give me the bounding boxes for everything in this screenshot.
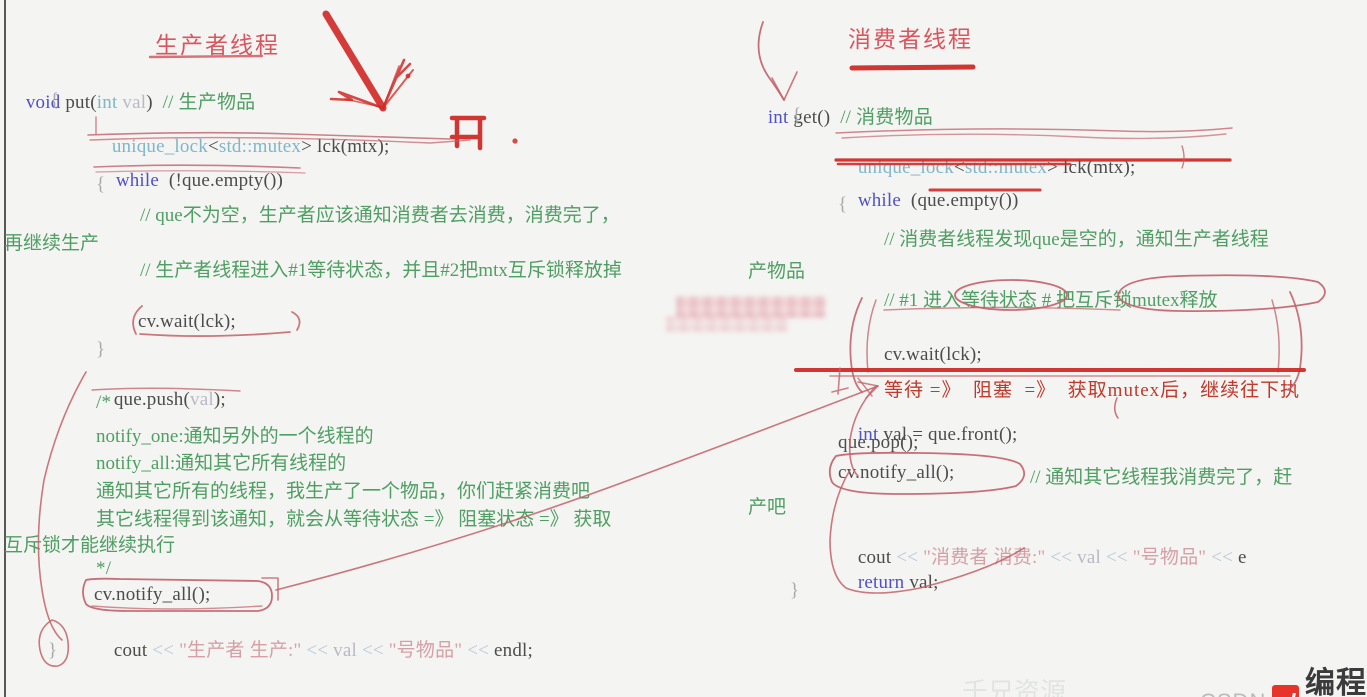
paren-close: ) bbox=[146, 92, 163, 113]
consumer-comment-1-wrap: 产物品 bbox=[748, 261, 806, 282]
stream-op-3: << bbox=[361, 640, 384, 661]
producer-block-comment-line-2: notify_all:通知其它所有线程的 bbox=[96, 453, 347, 474]
bold-arrow-feather-3 bbox=[344, 98, 382, 108]
return-keyword: return bbox=[857, 572, 905, 593]
wait-chain-annotation: 等待 =》 阻塞 =》 获取mutex后，继续往下执 bbox=[884, 380, 1301, 401]
push-arg-val: val bbox=[190, 389, 214, 410]
consumer-cv-wait: cv.wait(lck); bbox=[884, 344, 982, 365]
producer-cout-string-2: "号物品" bbox=[383, 640, 468, 661]
cout-head: cout bbox=[113, 640, 153, 661]
producer-block-comment-close: */ bbox=[96, 558, 112, 579]
producer-cout-endl: endl; bbox=[489, 640, 533, 661]
producer-cout-line: cout << "生产者 生产:" << val << "号物品" << end… bbox=[94, 613, 533, 684]
screenshot-canvas: 生产者线程 void put(int val) // 生产物品 { unique… bbox=[0, 0, 1367, 697]
consumer-comment-2: // #1 进入等待状态 # 把互斥锁mutex释放 bbox=[884, 290, 1218, 311]
producer-fn-name: put( bbox=[60, 92, 97, 113]
ink-dot-2 bbox=[512, 138, 518, 144]
bold-arrow-feather-2 bbox=[382, 65, 400, 109]
producer-notify-all: cv.notify_all(); bbox=[94, 584, 211, 605]
producer-while-condition: (!que.empty()) bbox=[159, 170, 284, 191]
consumer-cout-val: val bbox=[1072, 547, 1106, 568]
stream-op-2: << bbox=[1050, 547, 1073, 568]
producer-cout-string-1: "生产者 生产:" bbox=[174, 640, 307, 661]
lock-var-decl: lck(mtx); bbox=[1058, 157, 1136, 178]
producer-block-comment-open: /* bbox=[96, 392, 112, 413]
producer-comment-1: // que不为空，生产者应该通知消费者去消费，消费完了， bbox=[140, 205, 620, 226]
stream-op-1: << bbox=[152, 640, 175, 661]
consumer-return-value: val; bbox=[904, 572, 939, 593]
consumer-notify-comment: // 通知其它线程我消费完了，赶 bbox=[1030, 467, 1293, 488]
producer-inner-close-brace: } bbox=[96, 339, 106, 360]
param-val: val bbox=[117, 92, 147, 113]
site-watermark: CSDN ul 编程网 bbox=[1200, 658, 1367, 697]
mosaic-redaction-block bbox=[676, 296, 826, 318]
consumer-inner-open-brace: { bbox=[838, 194, 848, 215]
producer-comment-1-wrap: 再继续生产 bbox=[4, 233, 100, 254]
consumer-notify-comment-wrap: 产吧 bbox=[748, 497, 787, 518]
ink-dot-1 bbox=[405, 73, 411, 79]
producer-block-comment-line-4: 其它线程得到该通知，就会从等待状态 =》 阻塞状态 =》 获取 bbox=[96, 509, 612, 530]
consumer-cout-string-2: "号物品" bbox=[1127, 547, 1212, 568]
connector-arrowhead bbox=[857, 381, 879, 399]
consumer-while-condition: (que.empty()) bbox=[901, 190, 1019, 211]
consumer-thread-title: 消费者线程 bbox=[848, 27, 973, 52]
strike-tick-1 bbox=[831, 367, 849, 395]
consumer-signature-comment: // 消费物品 bbox=[840, 107, 933, 128]
consumer-close-brace: } bbox=[790, 580, 800, 601]
stream-op-3: << bbox=[1105, 547, 1128, 568]
int-keyword: int bbox=[96, 92, 118, 113]
consumer-lock-mtx-tick bbox=[1181, 145, 1185, 169]
bold-arrow-head-right bbox=[381, 58, 412, 110]
consumer-title-underline bbox=[849, 64, 976, 71]
bold-arrow-feather-1 bbox=[382, 69, 414, 109]
while-keyword: while bbox=[115, 170, 160, 191]
strike-tick-2 bbox=[857, 377, 873, 397]
producer-close-brace: } bbox=[48, 640, 58, 661]
producer-block-comment-line-1: notify_one:通知另外的一个线程的 bbox=[96, 426, 374, 447]
red-bracket-glyph bbox=[449, 115, 487, 151]
consumer-open-brace: { bbox=[792, 105, 802, 126]
producer-open-brace: { bbox=[50, 90, 60, 111]
producer-comment-2: // 生产者线程进入#1等待状态，并且#2把mtx互斥锁释放掉 bbox=[140, 260, 622, 281]
producer-cout-val: val bbox=[328, 640, 362, 661]
site-logo-icon: ul bbox=[1272, 685, 1299, 697]
consumer-return-line: return val; bbox=[838, 550, 939, 616]
notify-all-box-producer-tab bbox=[261, 577, 279, 601]
producer-block-lasso bbox=[37, 371, 87, 641]
producer-block-comment-line-3: 通知其它所有的线程，我生产了一个物品，你们赶紧消费吧 bbox=[96, 481, 591, 502]
bold-arrow-head-left bbox=[329, 90, 385, 110]
cv-wait-right-bracket bbox=[291, 311, 301, 331]
stream-op-2: << bbox=[306, 640, 329, 661]
producer-block-comment-line-4-wrap: 互斥锁才能继续执行 bbox=[4, 535, 176, 556]
bold-arrow-shaft bbox=[322, 10, 387, 112]
consumer-notify-all: cv.notify_all(); bbox=[838, 462, 955, 483]
que-push-call: que.push( bbox=[113, 389, 191, 410]
site-watermark-name: 编程网 bbox=[1305, 667, 1367, 697]
mosaic-redaction-block-secondary bbox=[666, 316, 788, 332]
producer-inner-open-brace: { bbox=[96, 174, 106, 195]
int-keyword: int bbox=[767, 107, 789, 128]
cv-wait-big-bracket-left2 bbox=[866, 299, 877, 373]
generic-close: > bbox=[1047, 157, 1059, 178]
cv-wait-big-bracket-right2 bbox=[1271, 299, 1280, 373]
while-keyword: while bbox=[857, 190, 902, 211]
cv-wait-big-bracket-left bbox=[849, 297, 863, 393]
notify-all-box-producer-inner bbox=[91, 605, 263, 610]
push-end: ); bbox=[213, 389, 226, 410]
bottom-fragment-text: 千兄资源 bbox=[962, 678, 1067, 697]
producer-cv-wait: cv.wait(lck); bbox=[138, 311, 236, 332]
csdn-watermark-text: CSDN bbox=[1200, 689, 1266, 697]
consumer-pop-call: que.pop(); bbox=[838, 432, 919, 453]
producer-thread-title: 生产者线程 bbox=[155, 33, 280, 58]
consumer-cout-endl: e bbox=[1233, 547, 1247, 568]
consumer-comment-1: // 消费者线程发现que是空的，通知生产者线程 bbox=[884, 229, 1269, 250]
producer-signature-comment: // 生产物品 bbox=[162, 92, 256, 113]
stream-op-4: << bbox=[467, 640, 490, 661]
generic-close: > bbox=[301, 136, 313, 157]
lock-var-decl: lck(mtx); bbox=[312, 136, 390, 157]
stream-op-4: << bbox=[1211, 547, 1234, 568]
